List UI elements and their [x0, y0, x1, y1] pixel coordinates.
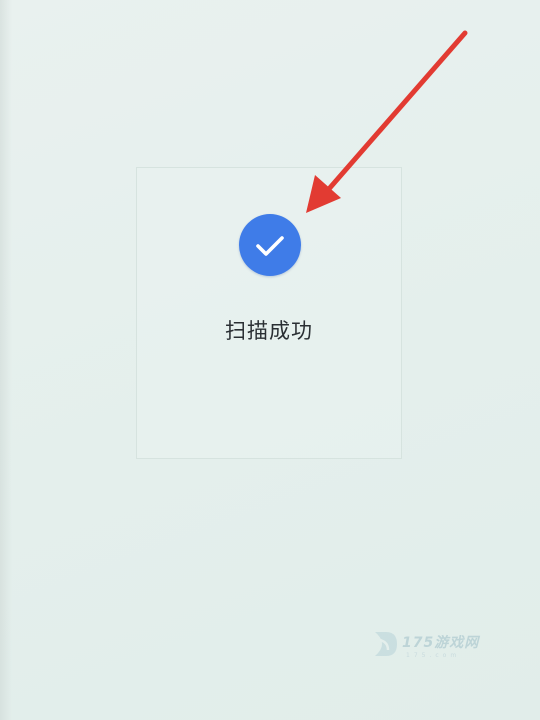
watermark-brand: 175游戏网: [402, 635, 480, 651]
watermark: 175游戏网 175.com: [372, 626, 502, 662]
screen: { "scan_result": { "icon": "check-circle…: [0, 0, 540, 720]
red-arrow-pointer: [306, 30, 468, 213]
watermark-logo-icon: [375, 632, 397, 656]
watermark-sub: 175.com: [406, 652, 461, 659]
